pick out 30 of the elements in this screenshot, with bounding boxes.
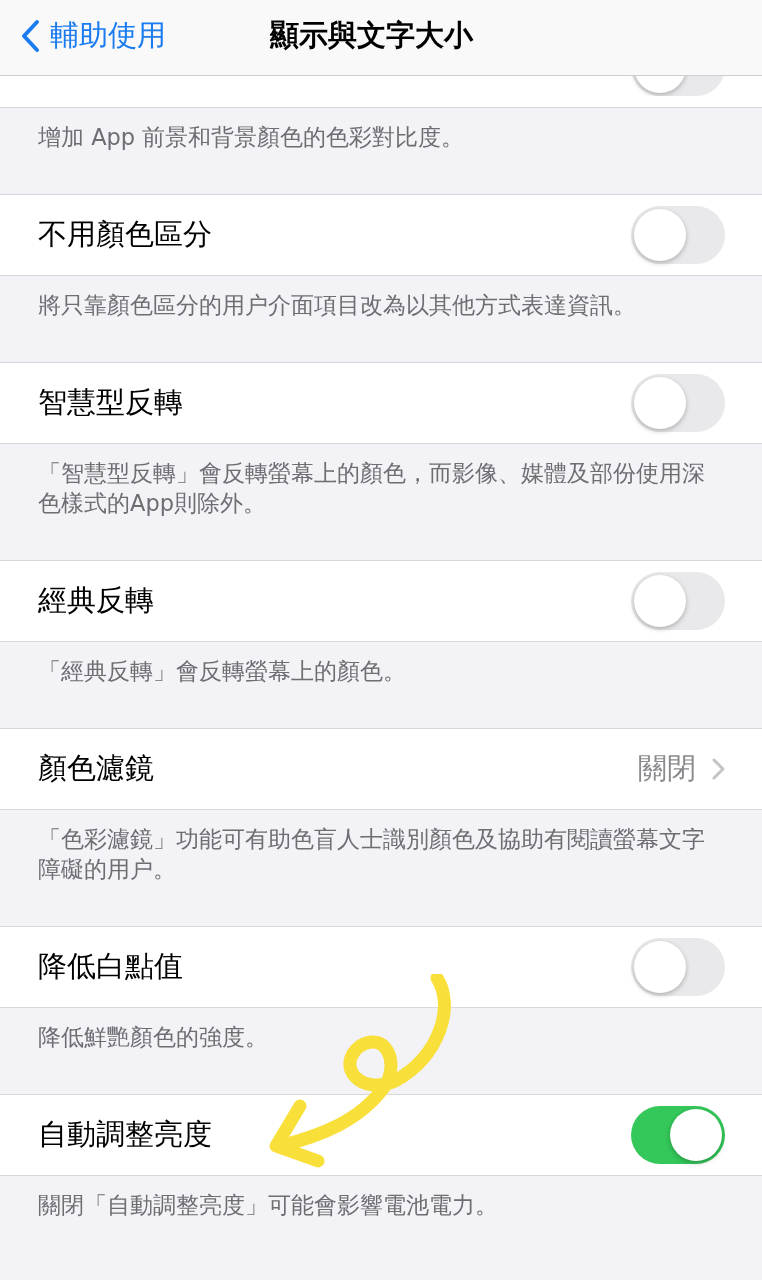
- setting-description: 「色彩濾鏡」功能可有助色盲人士識別顏色及協助有閱讀螢幕文字障礙的用户。: [37, 825, 706, 884]
- back-chevron-icon: [20, 18, 40, 53]
- back-button[interactable]: 輔助使用: [20, 14, 166, 58]
- toggle-switch[interactable]: [631, 374, 725, 432]
- toggle-switch[interactable]: [631, 938, 725, 996]
- settings-row[interactable]: 降低白點值: [0, 926, 762, 1008]
- screen-title: 顯示與文字大小: [270, 17, 473, 54]
- settings-row[interactable]: 經典反轉: [0, 560, 762, 642]
- setting-label: 不用顏色區分: [38, 216, 212, 254]
- setting-label: 經典反轉: [38, 582, 154, 620]
- setting-label: 降低白點值: [38, 948, 183, 986]
- settings-row[interactable]: 智慧型反轉: [0, 362, 762, 444]
- setting-description: 關閉「自動調整亮度」可能會影響電池電力。: [37, 1191, 499, 1220]
- settings-row[interactable]: [0, 76, 762, 108]
- toggle-switch[interactable]: [631, 1106, 725, 1164]
- setting-value: 關閉: [638, 750, 696, 788]
- settings-row[interactable]: 不用顏色區分: [0, 194, 762, 276]
- setting-label: 顏色濾鏡: [38, 750, 154, 788]
- setting-label: 自動調整亮度: [38, 1116, 212, 1154]
- chevron-right-icon: [712, 758, 725, 780]
- setting-description: 將只靠顏色區分的用户介面項目改為以其他方式表達資訊。: [37, 291, 637, 320]
- setting-description: 「經典反轉」會反轉螢幕上的顏色。: [37, 657, 407, 686]
- setting-description: 「智慧型反轉」會反轉螢幕上的顏色，而影像、媒體及部份使用深色樣式的App則除外。: [37, 459, 706, 518]
- setting-label: 智慧型反轉: [38, 384, 183, 422]
- settings-row[interactable]: 顏色濾鏡 關閉: [0, 728, 762, 810]
- settings-row[interactable]: 自動調整亮度: [0, 1094, 762, 1176]
- setting-description: 增加 App 前景和背景顏色的色彩對比度。: [37, 123, 466, 152]
- toggle-switch[interactable]: [631, 572, 725, 630]
- setting-description: 降低鮮艷顏色的強度。: [37, 1023, 269, 1052]
- toggle-switch[interactable]: [631, 206, 725, 264]
